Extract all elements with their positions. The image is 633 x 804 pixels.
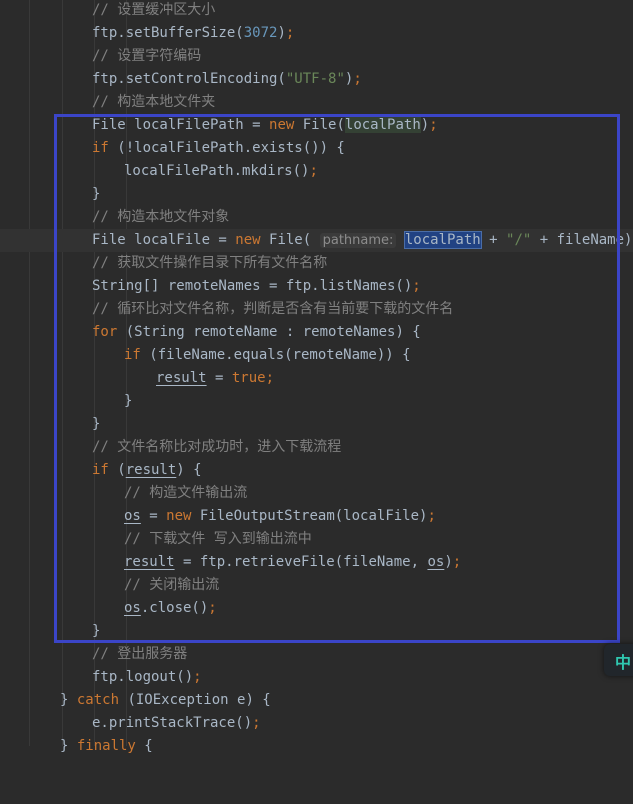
code-text: } catch (IOException e) { (60, 692, 271, 708)
code-line: } catch (IOException e) { (0, 689, 633, 712)
code-text: File localFilePath = new File(localPath)… (92, 117, 438, 133)
parameter-hint: pathname: (319, 233, 397, 248)
ime-indicator[interactable]: 中 (604, 644, 633, 676)
code-text: } (92, 623, 101, 639)
code-text: ftp.logout(); (92, 669, 202, 685)
code-text: if (fileName.equals(remoteName)) { (124, 347, 411, 363)
comment: // 下载文件 写入到输出流中 (124, 531, 312, 547)
code-line: } (0, 620, 633, 643)
code-line: localFilePath.mkdirs(); (0, 160, 633, 183)
comment: // 获取文件操作目录下所有文件名称 (92, 255, 328, 271)
code-line: } finally { (0, 735, 633, 758)
code-line: // 构造本地文件对象 (0, 206, 633, 229)
code-text: File localFile = new File( pathname: loc… (92, 231, 633, 249)
code-line: // 循环比对文件名称，判断是否含有当前要下载的文件名 (0, 298, 633, 321)
comment: // 构造本地文件夹 (92, 94, 216, 110)
comment: // 关闭输出流 (124, 577, 220, 593)
code-text: ftp.setBufferSize(3072); (92, 25, 295, 41)
ime-language-label: 中 (615, 653, 632, 672)
code-line: // 设置字符编码 (0, 45, 633, 68)
code-editor[interactable]: // 设置缓冲区大小 ftp.setBufferSize(3072); // 设… (0, 0, 633, 754)
code-line: e.printStackTrace(); (0, 712, 633, 735)
code-text: String[] remoteNames = ftp.listNames(); (92, 278, 421, 294)
code-line: os = new FileOutputStream(localFile); (0, 505, 633, 528)
code-line: result = true; (0, 367, 633, 390)
comment: // 循环比对文件名称，判断是否含有当前要下载的文件名 (92, 301, 454, 317)
code-text: os.close(); (124, 600, 217, 616)
code-text: for (String remoteName : remoteNames) { (92, 324, 421, 340)
code-line: // 关闭输出流 (0, 574, 633, 597)
code-line: // 登出服务器 (0, 643, 633, 666)
comment: // 构造文件输出流 (124, 485, 248, 501)
code-line: // 文件名称比对成功时，进入下载流程 (0, 436, 633, 459)
code-text: ftp.setControlEncoding("UTF-8"); (92, 71, 362, 87)
code-line: } (0, 390, 633, 413)
code-text: os = new FileOutputStream(localFile); (124, 508, 436, 524)
code-text: e.printStackTrace(); (92, 715, 261, 731)
code-line: // 下载文件 写入到输出流中 (0, 528, 633, 551)
comment: // 登出服务器 (92, 646, 188, 662)
code-line: ftp.setBufferSize(3072); (0, 22, 633, 45)
comment: // 设置字符编码 (92, 48, 202, 64)
comment: // 构造本地文件对象 (92, 209, 230, 225)
code-text: if (!localFilePath.exists()) { (92, 140, 345, 156)
code-line: // 构造本地文件夹 (0, 91, 633, 114)
selected-variable: localPath (403, 231, 482, 249)
current-code-line: File localFile = new File( pathname: loc… (0, 229, 633, 252)
code-line: ftp.logout(); (0, 666, 633, 689)
code-text: } (124, 393, 133, 409)
code-line: result = ftp.retrieveFile(fileName, os); (0, 551, 633, 574)
code-line: // 构造文件输出流 (0, 482, 633, 505)
code-line: // 获取文件操作目录下所有文件名称 (0, 252, 633, 275)
code-text: } (92, 186, 101, 202)
code-text: if (result) { (92, 462, 202, 478)
code-line: File localFilePath = new File(localPath)… (0, 114, 633, 137)
code-line: String[] remoteNames = ftp.listNames(); (0, 275, 633, 298)
code-text: result = true; (156, 370, 275, 386)
code-line: ftp.setControlEncoding("UTF-8"); (0, 68, 633, 91)
code-text: localFilePath.mkdirs(); (124, 163, 318, 179)
comment: // 设置缓冲区大小 (92, 2, 216, 18)
code-line: } (0, 413, 633, 436)
code-line: if (!localFilePath.exists()) { (0, 137, 633, 160)
code-line: for (String remoteName : remoteNames) { (0, 321, 633, 344)
code-text: } (92, 416, 101, 432)
comment: // 文件名称比对成功时，进入下载流程 (92, 439, 342, 455)
code-line: if (fileName.equals(remoteName)) { (0, 344, 633, 367)
code-line: // 设置缓冲区大小 (0, 0, 633, 22)
code-line: if (result) { (0, 459, 633, 482)
code-text: } finally { (60, 738, 153, 754)
code-line: } (0, 183, 633, 206)
highlighted-variable: localPath (344, 117, 421, 133)
code-text: result = ftp.retrieveFile(fileName, os); (124, 554, 462, 570)
code-line: os.close(); (0, 597, 633, 620)
